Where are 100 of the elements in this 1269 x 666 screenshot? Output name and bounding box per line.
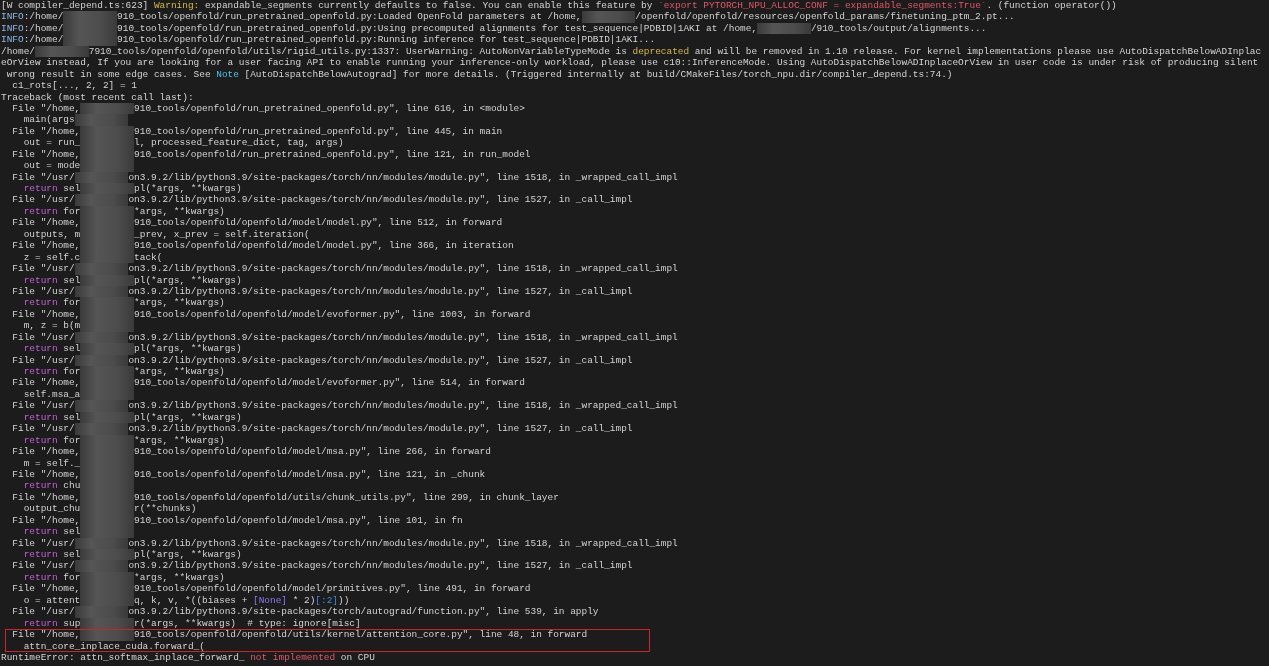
- redacted-area: [80, 526, 135, 538]
- log-text: on3.9.2/lib/python3.9/site-packages/torch/nn/modules/module.py", line 1527, in _call_impl: [128, 560, 633, 572]
- log-text: File "/home,: [11, 240, 81, 252]
- log-text: on3.9.2/lib/python3.9/site-packages/torch/autograd/function.py", line 539, in apply: [128, 606, 599, 618]
- log-text: File "/home,: [11, 468, 81, 480]
- log-text: RuntimeError: attn_softmax_inplace_forward_ not implemented on CPU: [1, 651, 375, 663]
- redacted-area: [74, 114, 129, 126]
- log-text: m = self._: [22, 457, 81, 469]
- log-text: on3.9.2/lib/python3.9/site-packages/torch/nn/modules/module.py", line 1527, in _call_impl: [128, 423, 633, 435]
- log-text: on3.9.2/lib/python3.9/site-packages/torch/nn/modules/module.py", line 1518, in _wrapped_call_impl: [128, 537, 678, 549]
- redacted-area: [74, 423, 129, 435]
- redacted-area: [80, 320, 135, 332]
- log-text: return sel: [22, 411, 81, 423]
- log-text: return chu: [22, 480, 81, 492]
- log-text: return sup: [22, 617, 81, 629]
- log-text: File "/usr/: [11, 537, 75, 549]
- log-text: File "/home,: [11, 446, 81, 458]
- log-text: File "/home,: [11, 629, 81, 641]
- log-text: m, z = b(m: [22, 320, 81, 332]
- log-text: l, processed_feature_dict, tag, args): [134, 137, 344, 149]
- redacted-area: [74, 400, 129, 412]
- log-text: 910_tools/openfold/openfold/model/evoformer.py", line 1003, in forward: [134, 308, 531, 320]
- redacted-area: [80, 366, 135, 378]
- log-text: INFO:/home/: [1, 11, 64, 23]
- log-text: 910_tools/openfold/openfold/model/model.py", line 512, in forward: [134, 217, 503, 229]
- redacted-area: [80, 183, 135, 195]
- log-text: attn_core_inplace_cuda.forward_(: [22, 640, 205, 652]
- log-text: out = run_: [22, 137, 81, 149]
- log-text: on3.9.2/lib/python3.9/site-packages/torch/nn/modules/module.py", line 1527, in _call_impl: [128, 285, 633, 297]
- log-text: return sel: [22, 274, 81, 286]
- log-text: _prev, x_prev = self.iteration(: [134, 228, 310, 240]
- log-text: pl(*args, **kwargs): [134, 183, 242, 194]
- log-text: return for: [22, 297, 81, 309]
- log-text: File "/home,: [11, 583, 81, 595]
- log-text: tack(: [134, 251, 163, 263]
- redacted-area: [80, 343, 135, 355]
- log-text: return sel: [22, 183, 81, 194]
- log-text: c1_rots[..., 2, 2] = 1: [11, 80, 137, 92]
- redacted-area: [63, 34, 118, 46]
- redacted-area: [74, 263, 129, 275]
- log-text: 910_tools/openfold/openfold/model/model.py", line 366, in iteration: [134, 240, 514, 252]
- redacted-area: [757, 22, 811, 35]
- log-text: File "/usr/: [11, 354, 75, 366]
- log-text: *args, **kwargs): [134, 366, 225, 377]
- log-text: 910_tools/openfold/openfold/model/primitives.py", line 491, in forward: [134, 583, 531, 595]
- log-text: File "/usr/: [11, 400, 75, 412]
- log-text: File "/usr/: [11, 331, 75, 343]
- log-text: /910_tools/output/alignments...: [810, 22, 987, 34]
- log-text: File "/home,: [11, 514, 81, 526]
- log-text: r(*args, **kwargs) # type: ignore[misc]: [134, 617, 361, 629]
- log-text: on3.9.2/lib/python3.9/site-packages/torch/nn/modules/module.py", line 1518, in _wrapped_call_impl: [128, 331, 678, 343]
- log-text: 910_tools/openfold/run_pretrained_openfold.py:Loaded OpenFold parameters at /home,: [117, 11, 582, 23]
- log-text: eOrView instead, If you are looking for a user facing API to enable running your inference-only workload, please use c10::InferenceMode. Using AutoDispatchBelowADInplaceOrView in user code is under risk of producing silent: [1, 57, 1259, 69]
- log-text: File "/home,: [11, 125, 81, 137]
- log-text: 910_tools/openfold/run_pretrained_openfold.py:Using precomputed alignments for test_sequence|PDBID|1AKI at /home,: [117, 22, 758, 34]
- log-text: return for: [22, 571, 81, 583]
- redacted-area: [80, 297, 135, 309]
- redacted-area: [74, 606, 129, 618]
- log-text: 910_tools/openfold/run_pretrained_openfold.py", line 445, in main: [134, 125, 503, 137]
- log-text: *args, **kwargs): [134, 297, 225, 309]
- log-text: q, k, v, *((biases + [None] * 2)[:2])): [134, 594, 350, 606]
- log-text: return for: [22, 434, 81, 446]
- log-text: File "/home,: [11, 148, 81, 160]
- log-text: *args, **kwargs): [134, 205, 225, 217]
- log-text: *args, **kwargs): [134, 434, 225, 446]
- log-text: 910_tools/openfold/openfold/utils/chunk_utils.py", line 299, in chunk_layer: [134, 491, 559, 503]
- log-text: /openfold/openfold/resources/openfold_params/finetuning_ptm_2.pt...: [635, 11, 1015, 23]
- log-text: return sel: [22, 343, 81, 355]
- log-text: r(**chunks): [134, 503, 197, 515]
- log-text: File "/home,: [11, 308, 81, 320]
- log-text: File "/usr/: [11, 263, 75, 275]
- log-text: outputs, m: [22, 228, 81, 240]
- log-text: output_chu: [22, 503, 81, 515]
- log-text: File "/home,: [11, 377, 81, 389]
- redacted-area: [80, 274, 135, 286]
- log-text: z = self.c: [22, 251, 81, 263]
- log-text: return for: [22, 366, 81, 377]
- redacted-area: [74, 560, 129, 572]
- log-text: File "/usr/: [11, 606, 75, 618]
- log-text: pl(*args, **kwargs): [134, 411, 242, 423]
- log-text: INFO:/home/: [1, 34, 64, 46]
- log-text: File "/usr/: [11, 171, 75, 183]
- log-text: out = mode: [22, 160, 81, 172]
- log-text: return sel: [22, 526, 81, 538]
- log-text: wrong result in some edge cases. See Note [AutoDispatchBelowAutograd] for more details. (Triggered internally at build/CMakeFiles/torch_npu.dir/compiler_depend.ts:74.): [5, 68, 953, 80]
- log-text: 910_tools/openfold/openfold/model/msa.py", line 101, in fn: [134, 514, 463, 526]
- log-text: /home/: [1, 45, 35, 57]
- log-text: File "/home,: [11, 491, 81, 503]
- log-text: 910_tools/openfold/openfold/model/evoformer.py", line 514, in forward: [134, 377, 525, 389]
- log-text: pl(*args, **kwargs): [134, 549, 242, 560]
- redacted-area: [80, 629, 135, 641]
- log-text: 910_tools/openfold/openfold/model/msa.py", line 121, in _chunk: [134, 468, 486, 480]
- redacted-area: [581, 11, 636, 23]
- log-text: File "/home,: [11, 102, 81, 114]
- redacted-area: [80, 549, 135, 561]
- log-text: File "/usr/: [11, 560, 75, 572]
- log-text: pl(*args, **kwargs): [134, 274, 242, 286]
- log-text: 7910_tools/openfold/openfold/utils/rigid_utils.py:1337: UserWarning: AutoNonVariableTypeMode is deprecated and will be removed in 1.10 release. For kernel implementations please use AutoDispatchBelowADInplac: [88, 45, 1262, 57]
- log-text: File "/usr/: [11, 423, 75, 435]
- log-text: 910_tools/openfold/openfold/model/msa.py", line 266, in forward: [134, 446, 491, 458]
